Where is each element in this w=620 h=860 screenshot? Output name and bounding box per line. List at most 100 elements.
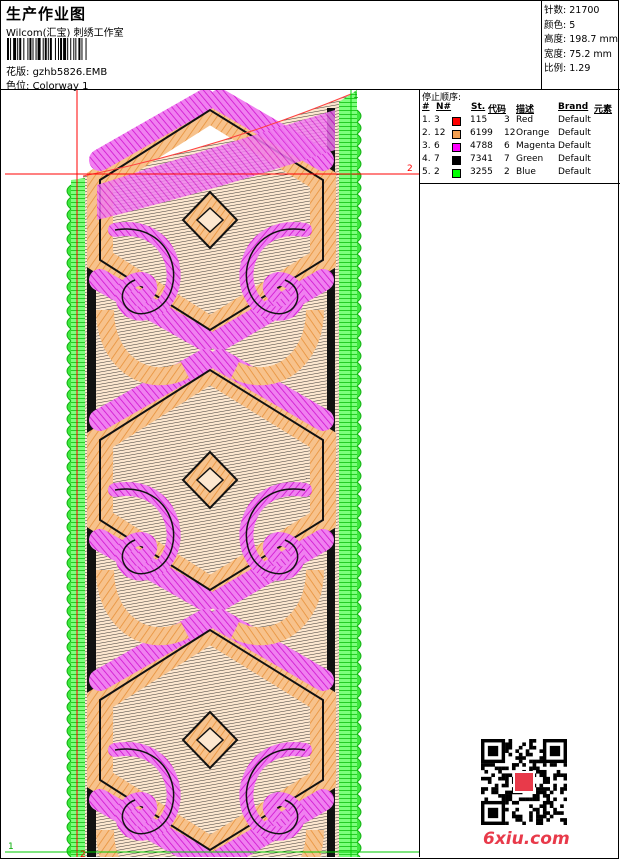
scallop-left	[66, 748, 72, 762]
qr-module	[487, 776, 492, 781]
production-sheet: 生产作业图 Wilcom(汇宝) 刺绣工作室 花版: gzhb5826.EMB …	[0, 0, 620, 859]
qr-module	[553, 807, 557, 812]
header: 生产作业图 Wilcom(汇宝) 刺绣工作室 花版: gzhb5826.EMB …	[1, 1, 541, 92]
qr-module	[529, 818, 533, 822]
qr-module	[560, 811, 564, 815]
scallop-right	[356, 325, 362, 339]
qr-code	[481, 739, 567, 825]
qr-finder-core	[549, 745, 561, 757]
scallop-right	[356, 349, 362, 363]
qr-module	[546, 818, 550, 822]
scallop-left	[66, 640, 72, 654]
qr-module	[481, 766, 485, 771]
color-swatch	[452, 143, 461, 152]
scallop-right	[356, 589, 362, 603]
color-swatch	[452, 169, 461, 178]
qr-module	[553, 763, 557, 767]
qr-module	[481, 787, 485, 791]
scallop-left	[66, 460, 72, 474]
qr-module	[494, 766, 499, 771]
scallop-right	[356, 829, 362, 843]
row-stitches: 7341	[470, 154, 493, 164]
scallop-left	[66, 688, 72, 702]
qr-module	[511, 814, 516, 819]
qr-module	[532, 766, 537, 771]
qr-module	[542, 807, 547, 812]
scallop-left	[66, 604, 72, 618]
scallop-right	[356, 805, 362, 819]
embroidery-canvas: 2 1 1 2	[5, 90, 419, 857]
barcode-bar	[27, 38, 29, 60]
scallop-right	[356, 649, 362, 663]
row-brand: Default	[558, 154, 591, 164]
scallop-right	[356, 373, 362, 387]
qr-module	[549, 814, 554, 819]
scallop-left	[66, 364, 72, 378]
qr-module	[539, 814, 544, 819]
barcode-bar	[32, 38, 34, 60]
qr-module	[491, 787, 495, 791]
row-description: Blue	[516, 167, 536, 177]
scallop-left	[66, 532, 72, 546]
qr-module	[505, 821, 509, 825]
scallop-left	[66, 820, 72, 834]
scallop-left	[66, 220, 72, 234]
qr-module	[494, 790, 499, 795]
qr-module	[501, 797, 506, 802]
scallop-left	[66, 280, 72, 294]
scallop-left	[66, 316, 72, 330]
table-row: 3. 6 4788 6 Magenta Default	[422, 141, 620, 154]
qr-finder-core	[487, 807, 499, 819]
qr-module	[515, 756, 520, 760]
barcode-bar	[37, 38, 41, 60]
col-header-code: 代码	[488, 105, 507, 115]
page-title: 生产作业图	[6, 5, 87, 23]
scallop-right	[356, 193, 362, 207]
qr-module	[508, 752, 513, 757]
qr-module	[549, 804, 554, 808]
qr-module	[508, 742, 513, 747]
row-stitches: 6199	[470, 128, 493, 138]
qr-module	[542, 800, 547, 805]
qr-module	[484, 763, 489, 767]
scallop-left	[66, 760, 72, 774]
scallop-left	[66, 412, 72, 426]
scallop-right	[356, 745, 362, 759]
scallop-left	[66, 232, 72, 246]
qr-module	[536, 811, 540, 815]
qr-module	[542, 814, 547, 819]
qr-module	[515, 818, 520, 822]
scallop-right	[356, 289, 362, 303]
row-needle: 2	[434, 167, 440, 177]
qr-module	[549, 800, 554, 805]
scallop-right	[356, 721, 362, 735]
scallop-right	[356, 133, 362, 147]
row-needle: 6	[434, 141, 440, 151]
scallop-right	[356, 181, 362, 195]
watermark: 6xiu.com	[483, 829, 570, 849]
scallop-left	[66, 592, 72, 606]
scallop-left	[66, 652, 72, 666]
scallop-right	[356, 109, 362, 123]
row-index: 1.	[422, 115, 431, 125]
qr-module	[505, 776, 509, 781]
qr-module	[553, 783, 557, 788]
scallop-left	[66, 808, 72, 822]
scallop-right	[356, 757, 362, 771]
row-needle: 3	[434, 115, 440, 125]
qr-module	[536, 807, 540, 812]
barcode-bar	[49, 38, 52, 60]
table-row: 4. 7 7341 7 Green Default	[422, 154, 620, 167]
qr-module	[560, 787, 564, 791]
qr-module	[481, 763, 485, 767]
scallop-right	[356, 313, 362, 327]
qr-module	[539, 818, 544, 822]
qr-module	[539, 787, 544, 791]
qr-module	[508, 790, 513, 795]
qr-module	[532, 759, 537, 764]
scallop-right	[356, 241, 362, 255]
row-brand: Default	[558, 141, 591, 151]
scallop-right	[356, 673, 362, 687]
row-description: Red	[516, 115, 534, 125]
qr-module	[529, 742, 533, 747]
